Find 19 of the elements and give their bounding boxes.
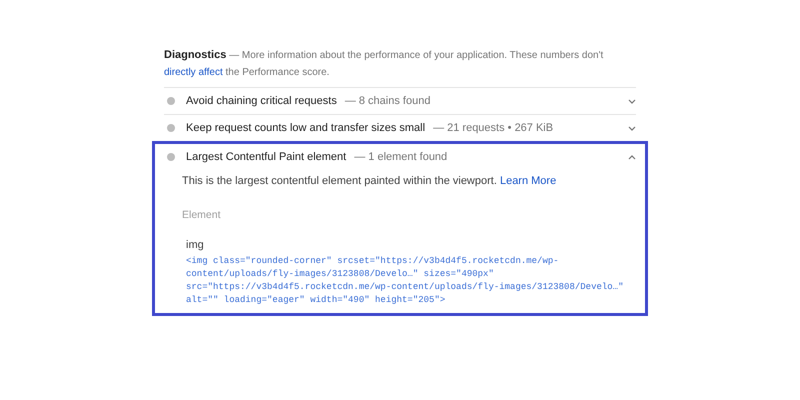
audit-summary: — 8 chains found	[344, 94, 430, 109]
audit-header[interactable]: Avoid chaining critical requests — 8 chains found	[164, 88, 636, 114]
directly-affect-link[interactable]: directly affect	[164, 67, 223, 78]
chevron-down-icon	[628, 98, 636, 104]
audit-title: Largest Contentful Paint element	[186, 150, 346, 165]
audit-title: Avoid chaining critical requests	[186, 94, 337, 109]
learn-more-link[interactable]: Learn More	[500, 175, 556, 187]
code-snippet: <img class="rounded-corner" srcset="https://v3b4d4f5.rocketcdn.me/wp- content/uploads/fly-images/3123808/Develo…" sizes="490px" src="https://v3b4d4f5.rocketcdn.me/wp-content/uploads/fly-images/3123808/Develo…" alt="" loading="eager" width="490" height="205">	[186, 254, 624, 307]
node-label: img	[186, 238, 205, 254]
column-header: Element	[182, 208, 222, 222]
chevron-down-icon	[628, 126, 636, 130]
audit-header[interactable]: Keep request counts low and transfer sizes small — 21 requests • 267 KiB	[164, 115, 636, 141]
chevron-up-icon	[628, 154, 636, 160]
diagnostics-description: Diagnostics — More information about the performance of your application. These numbers don't directly affect the Performance score.	[164, 48, 604, 80]
audit-description: This is the largest contentful element painted within the viewport. Learn More	[182, 174, 558, 189]
audit-summary: — 21 requests • 267 KiB	[433, 120, 554, 136]
audit-title: Keep request counts low and transfer sizes small	[186, 120, 426, 136]
audit-header[interactable]: Largest Contentful Paint element — 1 element found	[164, 144, 636, 170]
audit-summary: — 1 element found	[354, 150, 448, 165]
